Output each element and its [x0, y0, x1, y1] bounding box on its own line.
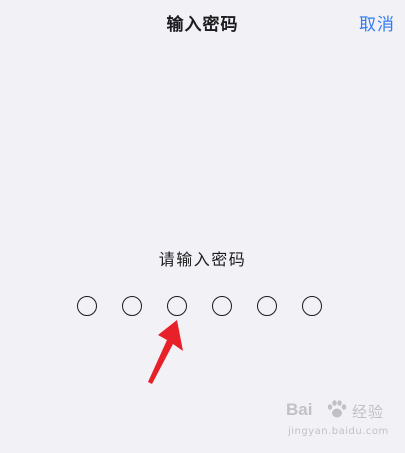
passcode-dot	[212, 296, 232, 316]
paw-icon	[327, 400, 347, 418]
passcode-dot	[167, 296, 187, 316]
watermark-brand-cn: 经验	[352, 403, 385, 421]
watermark-url: jingyan.baidu.com	[288, 426, 389, 437]
passcode-dots	[77, 296, 329, 318]
watermark-brand: Bai	[286, 400, 313, 419]
passcode-dot	[122, 296, 142, 316]
passcode-dot	[257, 296, 277, 316]
passcode-dot	[302, 296, 322, 316]
page-title: 输入密码	[166, 15, 239, 35]
watermark: Bai 经验 jingyan.baidu.com	[286, 398, 398, 446]
cancel-button[interactable]: 取消	[359, 10, 395, 35]
nav-bar: 输入密码 取消	[0, 0, 405, 44]
passcode-dot	[77, 296, 97, 316]
passcode-prompt: 请输入密码	[158, 250, 247, 269]
red-arrow-icon	[148, 320, 183, 384]
